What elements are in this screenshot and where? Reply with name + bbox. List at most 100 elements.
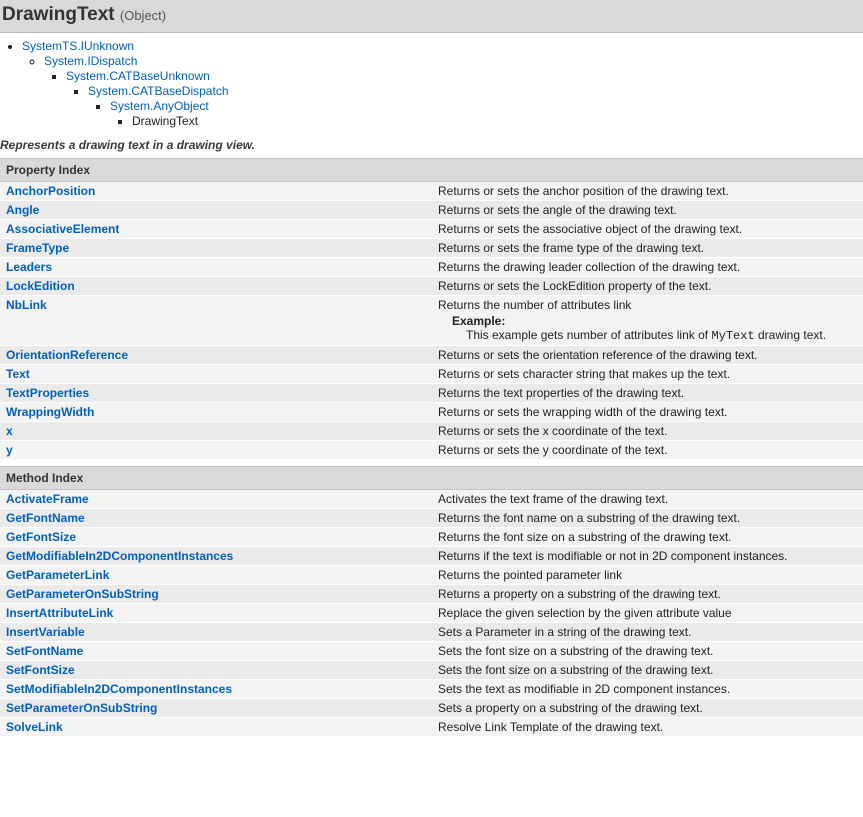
method-link[interactable]: SetParameterOnSubString [6,701,157,715]
property-name-cell: NbLink [0,296,432,314]
property-row: AngleReturns or sets the angle of the dr… [0,201,863,220]
method-name-cell: GetParameterLink [0,566,432,584]
property-row: AssociativeElement Returns or sets the as… [0,220,863,239]
property-desc: Returns or sets the LockEdition property… [432,277,863,295]
method-desc: Returns the pointed parameter link [432,566,863,584]
page-title: DrawingText (Object) [0,4,863,26]
property-link[interactable]: FrameType [6,241,69,255]
method-link[interactable]: GetParameterOnSubString [6,587,159,601]
property-name-cell: OrientationReference [0,346,432,364]
method-name-cell: GetFontSize [0,528,432,546]
hierarchy-link-4[interactable]: System.AnyObject [110,99,209,113]
hierarchy-leaf: DrawingText [132,114,863,128]
example-body: This example gets number of attributes l… [466,328,857,343]
method-name-cell: SetModifiableIn2DComponentInstances [0,680,432,698]
method-desc: Sets the text as modifiable in 2D compon… [432,680,863,698]
property-name-cell: AnchorPosition [0,182,432,200]
method-row: SetFontName Sets the font size on a subst… [0,642,863,661]
property-link[interactable]: Leaders [6,260,52,274]
method-link[interactable]: GetFontName [6,511,85,525]
hierarchy-link-2[interactable]: System.CATBaseUnknown [66,69,210,83]
property-desc: Returns the text properties of the drawi… [432,384,863,402]
method-index-heading: Method Index [0,466,863,490]
property-link[interactable]: Angle [6,203,39,217]
property-link[interactable]: y [6,443,13,457]
method-name-cell: InsertAttributeLink [0,604,432,622]
method-name-cell: GetFontName [0,509,432,527]
method-name-cell: SetFontSize [0,661,432,679]
property-desc: Returns or sets the frame type of the dr… [432,239,863,257]
method-row: GetFontSize Returns the font size on a su… [0,528,863,547]
property-row: x Returns or sets the x coordinate of the… [0,422,863,441]
method-name-cell: GetModifiableIn2DComponentInstances [0,547,432,565]
method-row: GetParameterLink Returns the pointed para… [0,566,863,585]
property-index-heading: Property Index [0,158,863,182]
property-link[interactable]: OrientationReference [6,348,128,362]
method-desc: Returns a property on a substring of the… [432,585,863,603]
method-link[interactable]: GetFontSize [6,530,76,544]
property-row: Text Returns or sets character string tha… [0,365,863,384]
method-link[interactable]: SetFontName [6,644,83,658]
method-link[interactable]: InsertAttributeLink [6,606,113,620]
property-name-cell: Text [0,365,432,383]
method-link[interactable]: GetParameterLink [6,568,109,582]
property-desc: Returns the drawing leader collection of… [432,258,863,276]
property-row: FrameType Returns or sets the frame type … [0,239,863,258]
property-name-cell: TextProperties [0,384,432,402]
property-desc: Returns or sets the wrapping width of th… [432,403,863,421]
method-row: SolveLink Resolve Link Template of the dr… [0,718,863,737]
hierarchy-link-3[interactable]: System.CATBaseDispatch [88,84,229,98]
property-link[interactable]: LockEdition [6,279,75,293]
inheritance-tree: SystemTS.IUnknown System.IDispatch Syste… [0,39,863,128]
method-link[interactable]: SetModifiableIn2DComponentInstances [6,682,232,696]
method-row: ActivateFrameActivates the text frame of… [0,490,863,509]
method-link[interactable]: SolveLink [6,720,63,734]
page-header: DrawingText (Object) [0,0,863,33]
property-link[interactable]: AnchorPosition [6,184,95,198]
example-label: Example: [452,314,857,328]
property-link[interactable]: AssociativeElement [6,222,119,236]
property-row: LockEdition Returns or sets the LockEditi… [0,277,863,296]
method-desc: Resolve Link Template of the drawing tex… [432,718,863,736]
method-row: InsertAttributeLinkReplace the given sel… [0,604,863,623]
method-row: GetParameterOnSubString Returns a propert… [0,585,863,604]
class-kind: (Object) [120,8,166,23]
method-link[interactable]: GetModifiableIn2DComponentInstances [6,549,233,563]
property-name-cell: AssociativeElement [0,220,432,238]
property-row: OrientationReference Returns or sets the … [0,346,863,365]
method-desc: Sets the font size on a substring of the… [432,642,863,660]
method-name-cell: ActivateFrame [0,490,432,508]
property-link[interactable]: x [6,424,13,438]
method-desc: Returns if the text is modifiable or not… [432,547,863,565]
property-link[interactable]: WrappingWidth [6,405,94,419]
property-row: TextProperties Returns the text propertie… [0,384,863,403]
property-desc: Returns or sets the associative object o… [432,220,863,238]
method-link[interactable]: SetFontSize [6,663,75,677]
method-desc: Sets a Parameter in a string of the draw… [432,623,863,641]
method-desc: Returns the font size on a substring of … [432,528,863,546]
property-row: WrappingWidth Returns or sets the wrappin… [0,403,863,422]
property-link[interactable]: NbLink [6,298,47,312]
class-name: DrawingText [2,4,115,25]
property-name-cell: LockEdition [0,277,432,295]
hierarchy-link-0[interactable]: SystemTS.IUnknown [22,39,134,53]
method-row: SetFontSizeSets the font size on a subst… [0,661,863,680]
method-row: GetModifiableIn2DComponentInstances Retur… [0,547,863,566]
property-desc: Returns or sets the y coordinate of the … [432,441,863,459]
method-desc: Returns the font name on a substring of … [432,509,863,527]
method-name-cell: SetParameterOnSubString [0,699,432,717]
property-row: y Returns or sets the y coordinate of the… [0,441,863,460]
property-link[interactable]: TextProperties [6,386,89,400]
method-link[interactable]: InsertVariable [6,625,85,639]
hierarchy-link-1[interactable]: System.IDispatch [44,54,137,68]
method-link[interactable]: ActivateFrame [6,492,89,506]
example-code: MyText [711,329,754,343]
method-index: ActivateFrameActivates the text frame of… [0,490,863,737]
property-name-cell: FrameType [0,239,432,257]
property-name-cell: x [0,422,432,440]
property-desc: Returns or sets the orientation referenc… [432,346,863,364]
property-index: AnchorPositionReturns or sets the anchor… [0,182,863,460]
property-desc: Returns or sets the x coordinate of the … [432,422,863,440]
property-desc: Returns or sets character string that ma… [432,365,863,383]
property-link[interactable]: Text [6,367,30,381]
